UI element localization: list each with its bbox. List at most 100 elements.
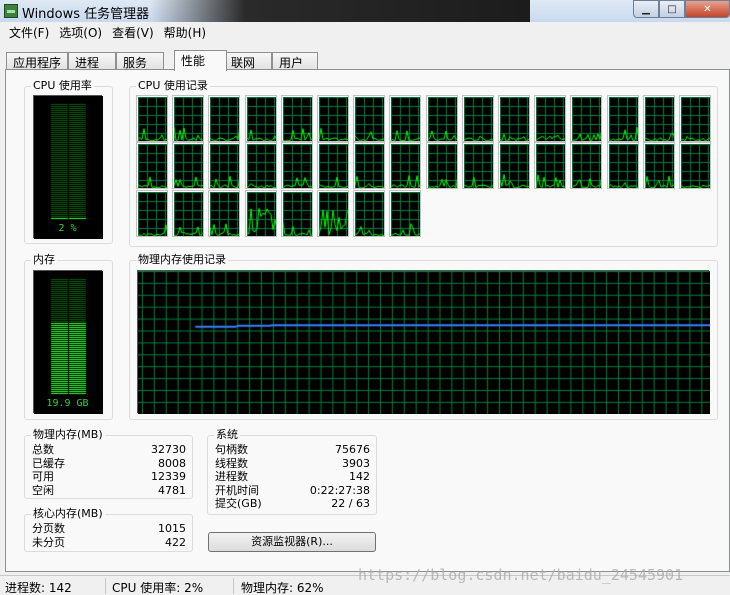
cpu-core-graph [570, 95, 603, 142]
cpu-core-graph [606, 142, 639, 190]
cpu-core-graph [136, 189, 168, 237]
physical-memory-label: 已缓存 [32, 456, 65, 470]
physical-memory-value: 12339 [151, 470, 186, 483]
system-value: 75676 [335, 443, 370, 456]
status-processes: 进程数: 142 [5, 581, 72, 595]
system-label: 线程数 [215, 456, 248, 470]
cpu-usage-title: CPU 使用率 [31, 79, 94, 93]
kernel-memory-value: 1015 [158, 522, 186, 535]
tab-processes[interactable]: 进程 [68, 52, 116, 70]
memory-gauge: 19.9 GB [33, 270, 103, 414]
kernel-memory-label: 未分页 [32, 535, 65, 549]
cpu-core-graph [136, 142, 168, 190]
cpu-history-title: CPU 使用记录 [136, 79, 210, 93]
close-button[interactable]: ✕ [685, 0, 730, 18]
tab-services[interactable]: 服务 [116, 52, 164, 70]
physical-memory-value: 4781 [158, 483, 186, 497]
system-value: 22 / 63 [331, 497, 370, 510]
cpu-core-graph [534, 142, 567, 190]
physical-memory-value: 32730 [151, 443, 186, 456]
cpu-core-graph [317, 189, 349, 237]
kernel-memory-title: 核心内存(MB) [31, 507, 105, 521]
cpu-core-graph [172, 142, 205, 190]
system-value: 3903 [342, 456, 370, 470]
watermark-text: https://blog.csdn.net/baidu_24545901 [358, 566, 684, 584]
cpu-core-graph [389, 142, 422, 190]
system-title: 系统 [214, 428, 240, 442]
physical-memory-title: 物理内存(MB) [31, 428, 105, 442]
cpu-core-graph [498, 95, 530, 142]
physical-memory-value: 8008 [158, 456, 186, 470]
cpu-core-graph [389, 95, 422, 142]
tab-performance[interactable]: 性能 [174, 50, 227, 71]
menu-file[interactable]: 文件(F) [4, 24, 54, 41]
physical-memory-label: 可用 [32, 470, 54, 483]
cpu-core-graph [244, 95, 277, 142]
window-title: Windows 任务管理器 [22, 7, 150, 22]
cpu-core-graph [317, 142, 349, 190]
cpu-core-graph [461, 95, 494, 142]
memory-title: 内存 [31, 253, 57, 267]
cpu-core-graph [208, 95, 241, 142]
cpu-core-graph [498, 142, 530, 190]
status-cpu: CPU 使用率: 2% [112, 581, 204, 595]
cpu-core-graph [172, 189, 205, 237]
cpu-core-graph [244, 142, 277, 190]
kernel-memory-stats: 分页数 1015 未分页 422 [32, 522, 186, 550]
cpu-core-graph [317, 95, 349, 142]
tab-networking[interactable]: 联网 [224, 52, 272, 70]
menu-help[interactable]: 帮助(H) [159, 24, 211, 41]
cpu-core-graph [353, 95, 386, 142]
cpu-core-graph [606, 95, 639, 142]
system-value: 0:22:27:38 [309, 483, 370, 497]
cpu-core-graph [534, 95, 567, 142]
system-label: 提交(GB) [215, 497, 262, 510]
cpu-core-graph [425, 142, 458, 190]
cpu-core-graph [642, 142, 675, 190]
physical-memory-label: 总数 [32, 443, 54, 456]
cpu-core-graph [389, 189, 422, 237]
cpu-usage-value: 2 % [58, 223, 77, 234]
cpu-core-graph [208, 189, 241, 237]
physical-memory-label: 空闲 [32, 483, 54, 497]
physical-memory-stats: 总数 32730 已缓存 8008 可用 12339 空闲 4781 [32, 443, 186, 499]
cpu-core-graph [679, 142, 711, 190]
task-manager-icon [4, 4, 18, 18]
cpu-core-graph [425, 95, 458, 142]
menu-options[interactable]: 选项(O) [54, 24, 107, 41]
tab-applications[interactable]: 应用程序 [6, 52, 68, 70]
memory-history-title: 物理内存使用记录 [136, 253, 228, 267]
memory-history-graph [137, 270, 710, 414]
cpu-usage-gauge: 2 % [33, 95, 103, 239]
tab-users[interactable]: 用户 [272, 52, 318, 70]
system-label: 句柄数 [215, 443, 248, 456]
memory-value: 19.9 GB [46, 398, 89, 409]
cpu-core-graph [244, 189, 277, 237]
system-stats: 句柄数 75676 线程数 3903 进程数 142 开机时间 0:22:27:38 提交(GB… [215, 443, 370, 513]
task-manager-window: Windows 任务管理器 ▁ □ ✕ 文件(F) 选项(O) 查看(V) 帮助… [0, 0, 730, 595]
title-bar[interactable]: Windows 任务管理器 ▁ □ ✕ [0, 0, 730, 22]
cpu-core-graph [642, 95, 675, 142]
maximize-button[interactable]: □ [659, 0, 685, 18]
menu-bar: 文件(F) 选项(O) 查看(V) 帮助(H) [0, 22, 730, 43]
cpu-core-graph [570, 142, 603, 190]
cpu-core-graph [280, 189, 313, 237]
resource-monitor-button[interactable]: 资源监视器(R)... [208, 532, 376, 552]
cpu-core-graph [208, 142, 241, 190]
minimize-button[interactable]: ▁ [633, 0, 659, 18]
cpu-core-graph [679, 95, 711, 142]
system-value: 142 [349, 470, 370, 483]
menu-view[interactable]: 查看(V) [107, 24, 159, 41]
cpu-core-graph [136, 95, 168, 142]
system-label: 开机时间 [215, 483, 259, 497]
kernel-memory-label: 分页数 [32, 522, 65, 535]
kernel-memory-value: 422 [165, 535, 186, 549]
cpu-core-graph [461, 142, 494, 190]
cpu-core-graph [280, 95, 313, 142]
cpu-core-graph [280, 142, 313, 190]
cpu-core-graph [172, 95, 205, 142]
cpu-core-graph [353, 142, 386, 190]
cpu-core-graph [353, 189, 386, 237]
status-memory: 物理内存: 62% [241, 581, 324, 595]
system-label: 进程数 [215, 470, 248, 483]
